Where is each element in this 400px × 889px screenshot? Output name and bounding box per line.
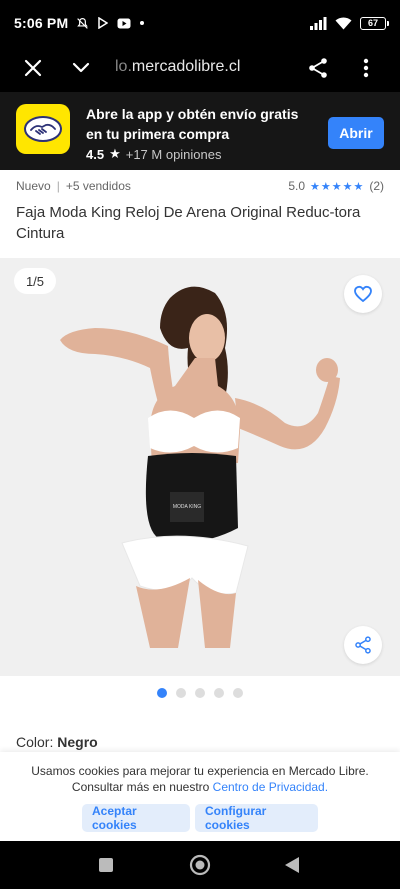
pagination-dot-3[interactable]: [195, 688, 205, 698]
home-icon[interactable]: [189, 854, 211, 876]
open-app-button[interactable]: Abrir: [328, 117, 384, 149]
color-selector[interactable]: Color: Negro: [16, 734, 98, 750]
condition-label: Nuevo: [16, 179, 51, 193]
more-notifications-icon: [140, 21, 145, 25]
star-icon: ★: [109, 146, 121, 161]
product-rating[interactable]: 5.0 ★★★★★ (2): [288, 179, 384, 193]
handshake-icon: [24, 116, 62, 142]
product-image: MODA KING: [0, 258, 400, 676]
rating-value: 5.0: [288, 179, 306, 193]
play-arrow-icon: [98, 17, 109, 29]
youtube-icon: [117, 18, 131, 28]
url-field[interactable]: lo.mercadolibre.cl: [115, 58, 240, 76]
recents-icon[interactable]: [98, 857, 114, 873]
share-icon: [355, 636, 371, 654]
status-bar: 5:06 PM 67: [0, 0, 400, 46]
url-faded-part: lo.: [115, 58, 132, 75]
banner-title: Abre la app y obtén envío gratis en tu p…: [86, 106, 299, 142]
pagination-dot-2[interactable]: [176, 688, 186, 698]
pagination-dot-4[interactable]: [214, 688, 224, 698]
product-title: Faja Moda King Reloj De Arena Original R…: [16, 204, 361, 242]
banner-rating: 4.5 ★ +17 M opiniones: [86, 146, 222, 162]
pagination-dot-1[interactable]: [157, 688, 167, 698]
image-counter: 1/5: [14, 268, 56, 294]
signal-icon: [310, 16, 327, 30]
product-gallery[interactable]: MODA KING: [0, 258, 400, 676]
favorite-button[interactable]: [344, 275, 382, 313]
share-button[interactable]: [344, 626, 382, 664]
share-icon[interactable]: [307, 57, 329, 79]
privacy-center-link[interactable]: Centro de Privacidad.: [213, 780, 328, 794]
close-icon[interactable]: [23, 58, 43, 78]
browser-toolbar: lo.mercadolibre.cl: [0, 46, 400, 92]
color-value: Negro: [57, 734, 98, 750]
more-vert-icon[interactable]: [362, 58, 370, 78]
gallery-pagination: [157, 688, 243, 698]
color-label: Color:: [16, 734, 54, 750]
wifi-icon: [335, 16, 352, 29]
accept-cookies-button[interactable]: Aceptar cookies: [82, 804, 190, 832]
rating-count: (2): [369, 179, 384, 193]
app-reviews-count: +17 M opiniones: [125, 146, 222, 162]
mercadolibre-logo: [16, 104, 70, 154]
pagination-dot-5[interactable]: [233, 688, 243, 698]
divider: |: [56, 179, 60, 193]
url-domain: mercadolibre.cl: [131, 58, 241, 75]
belt-label: MODA KING: [173, 504, 201, 510]
battery-icon: 67: [360, 16, 389, 30]
heart-icon: [354, 285, 372, 303]
system-nav-bar: [0, 841, 400, 889]
chevron-down-icon[interactable]: [71, 60, 91, 76]
notification-muted-icon: [77, 17, 89, 29]
sold-count: +5 vendidos: [65, 179, 131, 193]
app-rating-value: 4.5: [86, 146, 105, 162]
configure-cookies-button[interactable]: Configurar cookies: [195, 804, 318, 832]
back-icon[interactable]: [284, 856, 300, 874]
rating-stars: ★★★★★: [310, 180, 365, 193]
cookie-text: Usamos cookies para mejorar tu experienc…: [20, 763, 380, 795]
status-time: 5:06 PM: [14, 15, 69, 31]
product-meta: Nuevo | +5 vendidos 5.0 ★★★★★ (2): [16, 179, 384, 193]
